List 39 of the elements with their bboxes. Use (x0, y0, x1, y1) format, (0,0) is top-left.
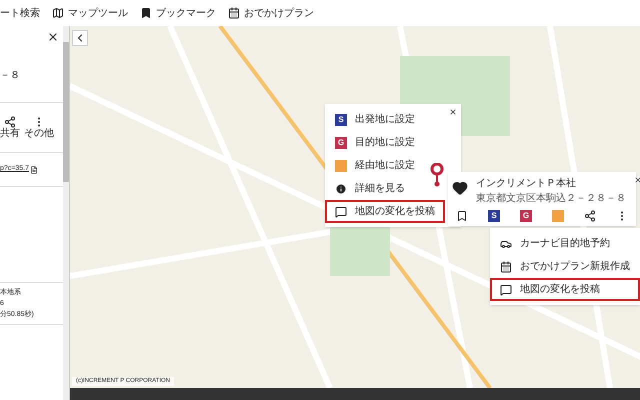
bookmark-icon (140, 7, 152, 19)
calendar-icon (500, 260, 512, 272)
menu-item[interactable]: 詳細を見る (325, 177, 445, 200)
menu-item[interactable]: S 出発地に設定 (325, 108, 445, 131)
toolbar-button[interactable]: おでかけプラン (228, 6, 314, 20)
menu-item[interactable]: 経由地に設定 (325, 154, 445, 177)
menu-item[interactable]: カーナビ目的地予約 (490, 232, 640, 255)
menu-item[interactable]: 地図の変化を投稿 (325, 200, 445, 223)
toolbar-button[interactable]: マップツール (52, 6, 128, 20)
action-button[interactable]: 共有 (0, 116, 20, 140)
calendar-icon (228, 7, 240, 19)
share-icon[interactable] (584, 210, 596, 222)
toolbar-button[interactable]: ート検索 (0, 6, 40, 20)
goal-badge: G (520, 210, 532, 222)
scrollbar[interactable] (63, 26, 69, 400)
share-icon (4, 116, 16, 128)
heart-icon[interactable] (452, 180, 468, 196)
place-name: インクリメントＰ本社 (476, 176, 577, 191)
copy-icon[interactable] (30, 166, 38, 174)
action-button[interactable]: その他 (24, 116, 54, 140)
bookmark-icon[interactable] (456, 210, 468, 222)
close-icon[interactable] (47, 31, 59, 43)
start-badge: S (335, 114, 347, 126)
start-badge: S (488, 210, 500, 222)
map-pin-icon (430, 163, 444, 187)
menu-item[interactable]: 地図の変化を投稿 (490, 278, 640, 301)
close-icon[interactable] (634, 176, 640, 184)
close-icon[interactable] (449, 108, 457, 116)
collapse-button[interactable] (72, 30, 88, 46)
message-icon (335, 206, 347, 218)
toolbar-button[interactable]: ブックマーク (140, 6, 216, 20)
menu-item[interactable]: おでかけプラン新規作成 (490, 255, 640, 278)
place-address: 東京都文京区本駒込２－２８－８ (476, 192, 626, 206)
goal-badge: G (335, 136, 347, 148)
address-text: －８ (0, 68, 20, 82)
map-icon (52, 7, 64, 19)
message-icon (500, 284, 512, 296)
menu-item[interactable]: G 目的地に設定 (325, 131, 445, 154)
info-icon (335, 182, 347, 194)
